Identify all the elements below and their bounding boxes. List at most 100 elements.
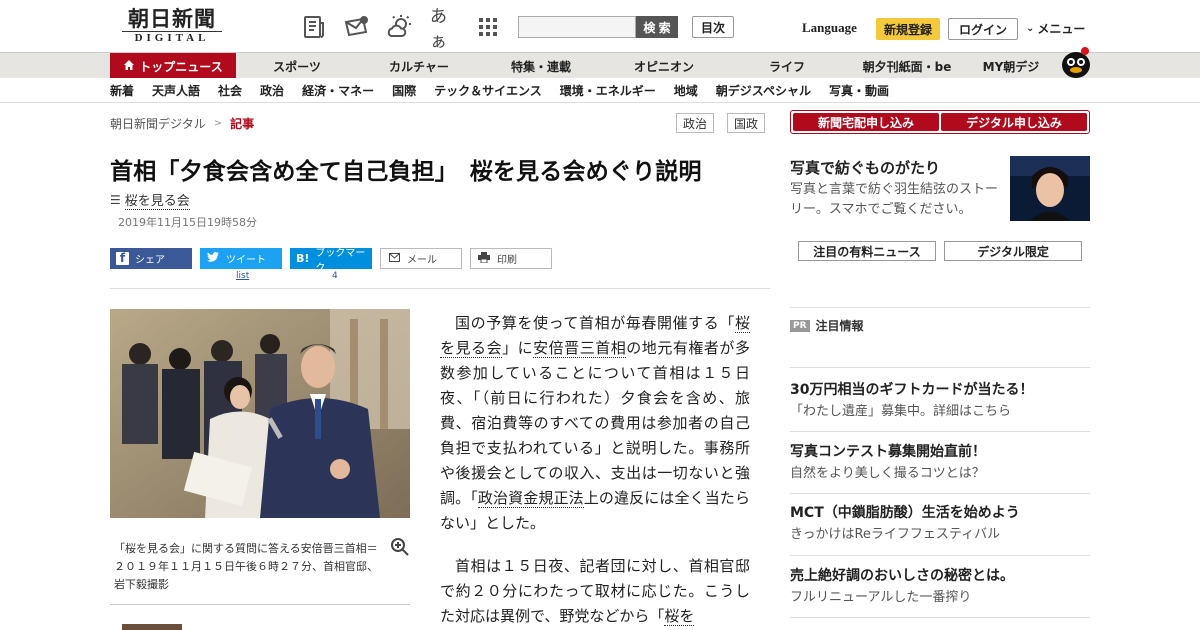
facebook-icon: f <box>116 251 129 265</box>
home-delivery-button[interactable]: 新聞宅配申し込み <box>793 113 939 131</box>
subnav-environment[interactable]: 環境・エネルギー <box>560 82 656 99</box>
mail-icon[interactable] <box>342 13 370 41</box>
subnav-new[interactable]: 新着 <box>110 82 134 99</box>
photo-story-image[interactable] <box>1010 156 1090 221</box>
pr-title: 売上絶好調のおいしさの秘密とは。 <box>790 568 1014 584</box>
digital-subscribe-button[interactable]: デジタル申し込み <box>941 113 1087 131</box>
hatena-bookmark-button[interactable]: B! ブックマーク <box>290 248 372 274</box>
divider <box>110 604 410 605</box>
article-paragraph: 国の予算を使って首相が毎春開催する「桜を見る会」に安倍晋三首相の地元有権者が多数… <box>440 311 750 536</box>
envelope-icon <box>387 252 401 265</box>
search-button[interactable]: 検 索 <box>636 16 678 38</box>
subnav-international[interactable]: 国際 <box>392 82 416 99</box>
text-run: の地元有権者が多数参加していることについて首相は１５日夜、「（前日に行われた）夕… <box>440 339 750 507</box>
menu-button[interactable]: ⌄ メニュー <box>1026 20 1085 37</box>
divider <box>790 555 1090 556</box>
photo-story-title[interactable]: 写真で紡ぐものがたり <box>790 157 940 178</box>
subnav-society[interactable]: 社会 <box>218 82 242 99</box>
link-abe[interactable]: 安倍晋三首相 <box>533 339 627 358</box>
primary-nav: トップニュース スポーツ カルチャー 特集・連載 オピニオン ライフ 朝夕刊紙面… <box>0 47 1200 79</box>
link-political-funds-law[interactable]: 政治資金規正法 <box>477 489 584 508</box>
tab-digital-only[interactable]: デジタル限定 <box>944 241 1082 261</box>
subnav-regional[interactable]: 地域 <box>674 82 698 99</box>
article-paragraph: 首相は１５日夜、記者団に対し、首相官邸で約２０分にわたって取材に応じた。こうした… <box>440 554 750 629</box>
subnav-politics[interactable]: 政治 <box>260 82 284 99</box>
nav-top-news[interactable]: トップニュース <box>110 53 236 79</box>
language-link[interactable]: Language <box>802 20 857 36</box>
subnav-tech-science[interactable]: テック＆サイエンス <box>434 82 542 99</box>
tag-national-politics[interactable]: 国政 <box>727 113 766 133</box>
pr-title: 写真コンテスト募集開始直前！ <box>790 444 986 460</box>
nav-life[interactable]: ライフ <box>726 53 848 79</box>
nav-paper-be[interactable]: 朝夕刊紙面・be <box>848 53 966 79</box>
facebook-share-button[interactable]: f シェア <box>110 248 192 269</box>
print-button[interactable]: 印刷 <box>470 248 552 269</box>
pr-sub: きっかけはReライフフェスティバル <box>790 527 1001 542</box>
subnav-tenseijingo[interactable]: 天声人語 <box>152 82 200 99</box>
pr-sub: フルリニューアルした一番搾り <box>790 590 972 605</box>
breadcrumb-home[interactable]: 朝日新聞デジタル <box>110 115 206 132</box>
hatena-label: ブックマーク <box>315 247 366 274</box>
subnav-photo-video[interactable]: 写真・動画 <box>829 82 889 99</box>
site-logo[interactable]: 朝日新聞 DIGITAL <box>116 8 228 48</box>
twitter-count[interactable]: list <box>236 271 249 281</box>
nav-my-asadigi[interactable]: MY朝デジ <box>966 53 1056 79</box>
grid-icon[interactable] <box>474 13 502 41</box>
mascot-icon <box>1062 47 1090 78</box>
facebook-share-label: シェア <box>135 255 165 266</box>
font-size-icon[interactable]: あぁ <box>430 7 458 52</box>
list-icon: ☰ <box>110 193 121 207</box>
pr-title: MCT（中鎖脂肪酸）生活を始めよう <box>790 505 1020 521</box>
breadcrumb-current: 記事 <box>230 117 255 131</box>
pr-item[interactable]: 売上絶好調のおいしさの秘密とは。 フルリニューアルした一番搾り <box>790 567 1090 608</box>
link-sakura[interactable]: 桜を <box>664 607 695 626</box>
zoom-icon[interactable] <box>390 537 410 557</box>
pr-item[interactable]: 30万円相当のギフトカードが当たる！ 「わたし遺産」募集中。詳細はこちら <box>790 381 1090 422</box>
search-input[interactable] <box>518 16 636 38</box>
pr-item[interactable]: MCT（中鎖脂肪酸）生活を始めよう きっかけはReライフフェスティバル <box>790 504 1090 545</box>
tag-politics[interactable]: 政治 <box>676 113 715 133</box>
hatena-icon: B! <box>296 252 310 265</box>
mail-share-button[interactable]: メール <box>380 248 462 269</box>
related-thumbnail[interactable] <box>122 624 182 630</box>
pr-item[interactable]: 写真コンテスト募集開始直前！ 自然をより美しく撮るコツとは？ <box>790 443 1090 484</box>
hatena-count[interactable]: 4 <box>332 271 338 281</box>
print-label: 印刷 <box>497 255 517 266</box>
divider <box>790 493 1090 494</box>
topic-link[interactable]: 桜を見る会 <box>124 190 190 210</box>
nav-opinion[interactable]: オピニオン <box>602 53 726 79</box>
photo-caption: 「桜を見る会」に関する質問に答える安倍晋三首相＝２０１９年１１月１５日午後６時２… <box>114 542 378 591</box>
site-header: 朝日新聞 DIGITAL あぁ 検 索 目次 Language 新規登録 ログイ… <box>0 0 1200 52</box>
login-button[interactable]: ログイン <box>948 18 1018 40</box>
tab-paid-news[interactable]: 注目の有料ニュース <box>798 241 936 261</box>
text-run: 首相は１５日夜、記者団に対し、首相官邸で約２０分にわたって取材に応じた。こうした… <box>440 557 750 625</box>
twitter-share-button[interactable]: ツイート <box>200 248 282 269</box>
subscription-cta: 新聞宅配申し込み デジタル申し込み <box>790 110 1090 134</box>
logo-sub-text: DIGITAL <box>134 32 210 44</box>
nav-sports[interactable]: スポーツ <box>236 53 358 79</box>
nav-features[interactable]: 特集・連載 <box>480 53 602 79</box>
toc-button[interactable]: 目次 <box>692 16 734 38</box>
text-run: 国の予算を使って首相が毎春開催する「 <box>455 314 735 332</box>
subnav-special[interactable]: 朝デジスペシャル <box>716 82 811 99</box>
chevron-down-icon: ⌄ <box>1026 23 1035 34</box>
text-run: 」に <box>502 339 534 357</box>
pr-sub: 「わたし遺産」募集中。詳細はこちら <box>790 404 1012 419</box>
pr-heading-label: 注目情報 <box>815 319 864 333</box>
nav-culture[interactable]: カルチャー <box>358 53 480 79</box>
weather-icon[interactable] <box>386 13 414 41</box>
article-date: 2019年11月15日19時58分 <box>118 216 257 229</box>
subnav-economy[interactable]: 経済・マネー <box>302 82 374 99</box>
breadcrumb-separator: > <box>213 118 223 129</box>
paper-icon[interactable] <box>300 13 328 41</box>
menu-label: メニュー <box>1037 22 1086 36</box>
article-photo[interactable] <box>110 309 410 518</box>
photo-story-desc[interactable]: 写真と言葉で紡ぐ羽生結弦のストーリー。スマホでご覧ください。 <box>790 180 1005 220</box>
twitter-share-label: ツイート <box>226 255 266 266</box>
twitter-icon <box>206 251 220 265</box>
printer-icon <box>477 251 491 266</box>
register-button[interactable]: 新規登録 <box>876 18 940 40</box>
pr-sub: 自然をより美しく撮るコツとは？ <box>790 466 985 481</box>
divider <box>110 288 770 289</box>
divider <box>790 617 1090 618</box>
